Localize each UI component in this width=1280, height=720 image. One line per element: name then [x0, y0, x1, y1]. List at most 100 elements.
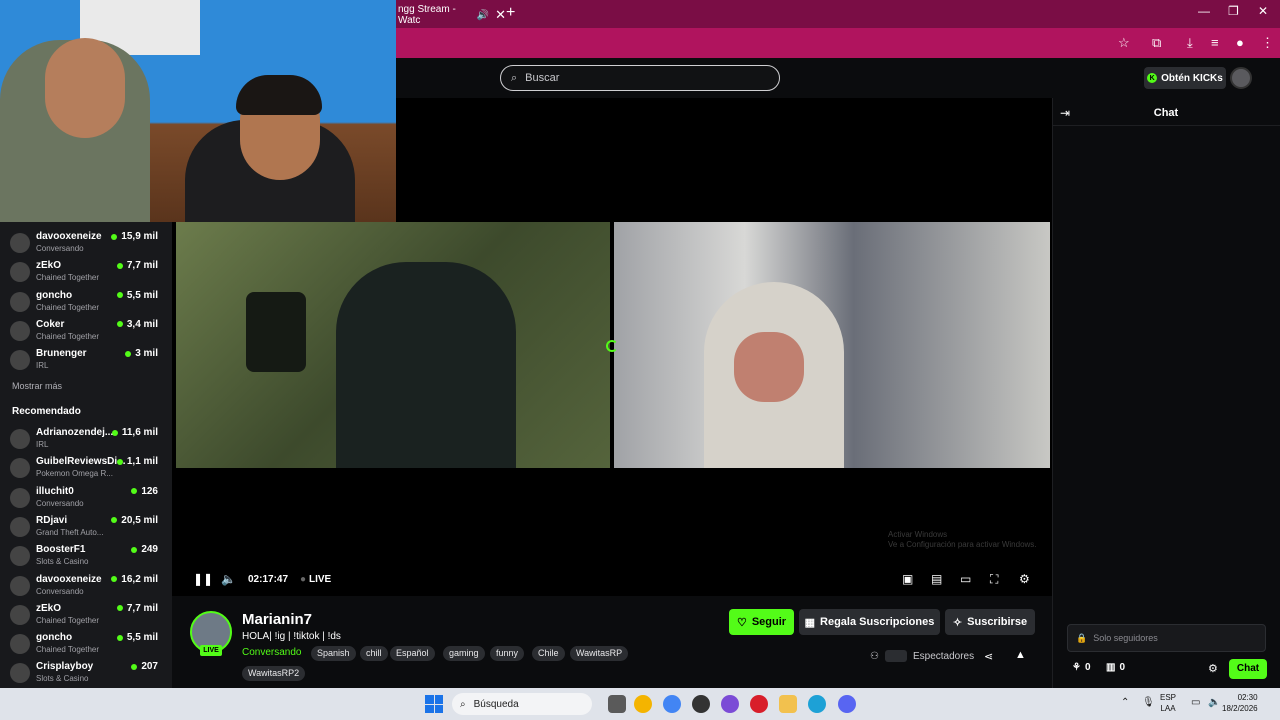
sidebar-channel-row[interactable]: BoosterF1 Slots & Casino 249	[10, 542, 162, 570]
extensions-icon[interactable]: ⧉	[1152, 35, 1161, 51]
channel-category: Slots & Casino	[36, 674, 89, 684]
speaker-icon[interactable]: 🔊	[477, 10, 489, 21]
edge-icon[interactable]	[808, 695, 826, 713]
discord-icon[interactable]	[838, 695, 856, 713]
sidebar-channel-row[interactable]: Brunenger IRL 3 mil	[10, 346, 162, 374]
minimize-button[interactable]: —	[1198, 4, 1210, 18]
sidebar-channel-row[interactable]: RDjavi Grand Theft Auto... 20,5 mil	[10, 513, 162, 541]
gift-box-icon: ▥	[1106, 662, 1116, 673]
channel-avatar	[10, 458, 30, 479]
live-dot-icon	[116, 292, 123, 299]
channel-avatar	[10, 429, 30, 449]
loading-spinner-icon	[606, 340, 618, 352]
live-dot-icon	[116, 458, 123, 465]
close-window-button[interactable]: ✕	[1258, 4, 1268, 18]
recommended-heading: Recomendado	[12, 406, 81, 417]
stream-category[interactable]: Conversando	[242, 647, 301, 658]
sidebar-channel-row[interactable]: goncho Chained Together 5,5 mil	[10, 288, 162, 316]
live-dot-icon	[116, 605, 123, 612]
channel-viewers: 3,4 mil	[116, 319, 158, 330]
microphone-icon[interactable]: 🎙	[1142, 697, 1155, 708]
channel-category: Chained Together	[36, 273, 100, 283]
settings-gear-icon[interactable]: ⚙	[1019, 572, 1030, 586]
language-indicator[interactable]: ESP LAA	[1160, 692, 1176, 714]
menu-kebab-icon[interactable]: ⋮	[1261, 35, 1274, 51]
share-icon[interactable]: ⋖	[984, 650, 993, 663]
sidebar-channel-row[interactable]: zEkO Chained Together 7,7 mil	[10, 258, 162, 286]
search-icon: ⌕	[511, 71, 518, 84]
sidebar-channel-row[interactable]: davooxeneize Conversando 15,9 mil	[10, 229, 162, 257]
subscribe-button[interactable]: ✧ Suscribirse	[945, 609, 1035, 635]
chrome-icon[interactable]	[634, 695, 652, 713]
new-tab-button[interactable]: +	[506, 4, 515, 22]
gift-count[interactable]: ▥ 0	[1106, 662, 1125, 673]
streamer-name[interactable]: Marianin7	[242, 611, 312, 628]
live-dot-icon	[131, 488, 138, 495]
follow-button[interactable]: ♡ Seguir	[729, 609, 794, 635]
sidebar-channel-row[interactable]: Adrianozendej... IRL 11,6 mil	[10, 425, 162, 453]
tab-title: ngg Stream - Watc	[398, 4, 456, 26]
report-icon[interactable]: ▲	[1015, 649, 1026, 661]
clip-icon[interactable]: ▤	[931, 572, 942, 586]
fullscreen-icon[interactable]: ⛶	[990, 572, 998, 587]
bookmark-star-icon[interactable]: ☆	[1118, 35, 1130, 51]
stream-tag[interactable]: chill	[360, 646, 388, 661]
app-icon[interactable]	[721, 695, 739, 713]
stream-tag[interactable]: gaming	[443, 646, 485, 661]
stream-tag[interactable]: WawitasRP2	[242, 666, 306, 681]
gift-subs-button[interactable]: ▦ Regala Suscripciones	[799, 609, 940, 635]
stream-tag[interactable]: Chile	[532, 646, 565, 661]
chrome-profile-icon[interactable]	[663, 695, 681, 713]
network-icon[interactable]: ▭	[1191, 697, 1200, 708]
stream-tag[interactable]: Spanish	[311, 646, 356, 661]
user-avatar[interactable]	[1230, 67, 1252, 89]
tray-chevron-icon[interactable]: ⌃	[1121, 697, 1129, 708]
tab-close-icon[interactable]: ✕	[495, 7, 506, 23]
volume-tray-icon[interactable]: 🔈	[1208, 697, 1220, 708]
windows-start-icon[interactable]	[425, 695, 443, 713]
task-view-icon[interactable]	[608, 695, 626, 713]
chat-send-button[interactable]: Chat	[1229, 659, 1267, 679]
file-explorer-icon[interactable]	[779, 695, 797, 713]
browser-tab[interactable]: ngg Stream - Watc 🔊 ✕	[396, 4, 506, 26]
channel-viewers: 16,2 mil	[111, 574, 158, 585]
sidebar-channel-row[interactable]: Coker Chained Together 3,4 mil	[10, 317, 162, 345]
live-dot-icon	[131, 546, 138, 553]
chat-input[interactable]: 🔒 Solo seguidores	[1067, 624, 1266, 652]
channel-avatar	[10, 487, 30, 508]
taskbar-clock[interactable]: 02:30 18/2/2026	[1222, 692, 1258, 714]
sidebar-channel-row[interactable]: zEkO Chained Together 7,7 mil	[10, 601, 162, 629]
volume-icon[interactable]: 🔈	[221, 572, 236, 586]
chat-input-placeholder: Solo seguidores	[1093, 633, 1158, 643]
download-icon[interactable]: ⤓	[1187, 35, 1193, 51]
pause-icon[interactable]: ❚❚	[193, 572, 213, 586]
media-queue-icon[interactable]: ≡	[1211, 35, 1219, 50]
sidebar-channel-row[interactable]: Crisplayboy Slots & Casino 207	[10, 659, 162, 687]
steam-icon[interactable]	[692, 695, 710, 713]
channel-avatar	[10, 233, 30, 253]
channel-category: Conversando	[36, 498, 84, 508]
theater-mode-icon[interactable]: ▭	[960, 572, 971, 586]
show-more-link[interactable]: Mostrar más	[12, 381, 62, 391]
gift-icon: ▦	[804, 616, 816, 629]
pip-icon[interactable]: ▣	[902, 572, 913, 586]
channel-viewers: 5,5 mil	[116, 290, 158, 301]
live-dot-icon	[111, 233, 118, 240]
search-input[interactable]: ⌕ Buscar	[500, 65, 780, 91]
chat-settings-icon[interactable]: ⚙	[1208, 662, 1218, 675]
taskbar-search[interactable]: ⌕ Búsqueda	[452, 693, 592, 715]
channel-viewers: 5,5 mil	[116, 632, 158, 643]
stream-tag[interactable]: WawitasRP	[570, 646, 629, 661]
maximize-button[interactable]: ❐	[1228, 4, 1239, 18]
sidebar-channel-row[interactable]: davooxeneize Conversando 16,2 mil	[10, 572, 162, 600]
opera-gx-icon[interactable]	[750, 695, 768, 713]
profile-icon[interactable]: ●	[1236, 35, 1244, 50]
sidebar-channel-row[interactable]: GuibelReviewsDi... Pokemon Omega R... 1,1 …	[10, 454, 162, 482]
sidebar-channel-row[interactable]: illuchit0 Conversando 126	[10, 484, 162, 512]
viewer-count: ⚇ Espectadores	[870, 650, 975, 662]
stream-tag[interactable]: Español	[390, 646, 435, 661]
stream-tag[interactable]: funny	[490, 646, 525, 661]
channel-points[interactable]: ⚘ 0	[1072, 662, 1091, 673]
get-kicks-button[interactable]: K Obtén KICKs	[1144, 67, 1226, 89]
sidebar-channel-row[interactable]: goncho Chained Together 5,5 mil	[10, 630, 162, 658]
